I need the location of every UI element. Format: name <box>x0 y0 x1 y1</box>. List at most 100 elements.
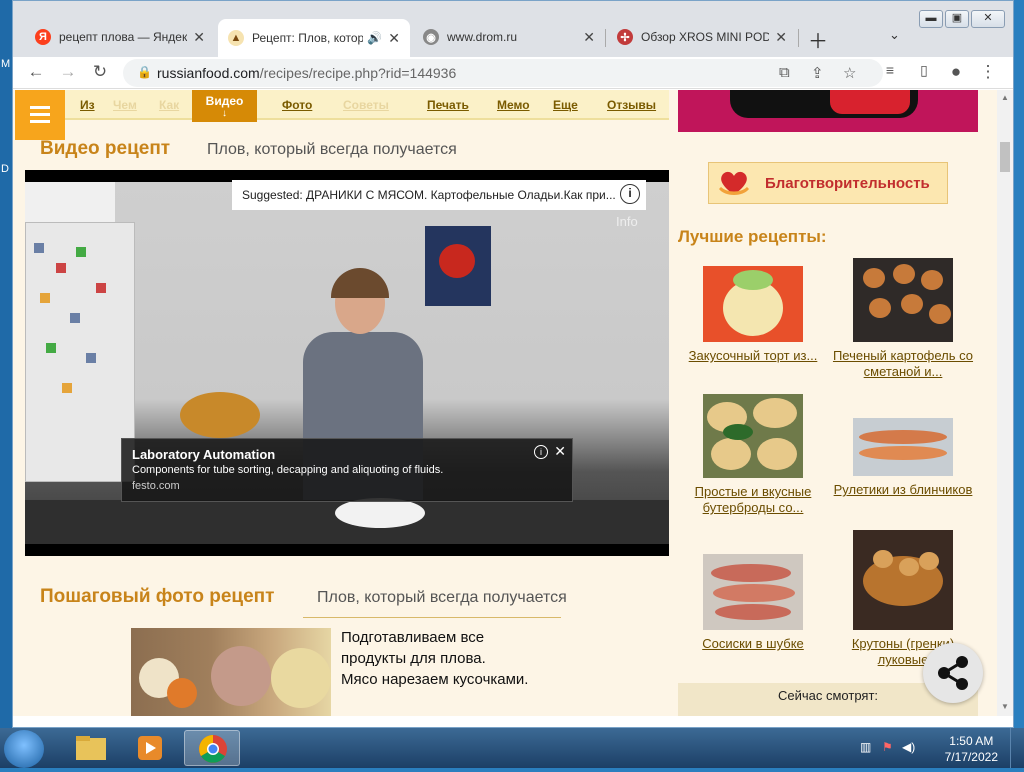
forward-icon[interactable]: → <box>57 62 79 82</box>
nav-item[interactable]: Отзывы <box>607 98 656 112</box>
recipe-image[interactable] <box>703 554 803 630</box>
divider <box>303 617 561 618</box>
page-scrollbar[interactable]: ▲ ▼ <box>997 90 1013 716</box>
tab-separator <box>605 29 606 47</box>
tab-search-chevron-icon[interactable]: ⌄ <box>889 27 900 43</box>
scroll-up-icon[interactable]: ▲ <box>1001 93 1009 102</box>
speaker-icon[interactable]: 🔊 <box>367 31 382 45</box>
maximize-button[interactable]: ▣ <box>945 10 969 28</box>
close-window-button[interactable]: ✕ <box>971 10 1005 28</box>
nav-item[interactable]: Чем <box>113 98 137 112</box>
recipe-image[interactable] <box>703 394 803 478</box>
recipe-caption[interactable]: Печеный картофель со сметаной и... <box>829 348 977 380</box>
taskbar-explorer[interactable] <box>62 730 118 766</box>
recipe-image[interactable] <box>853 258 953 342</box>
suggested-text: Suggested: ДРАНИКИ С МЯСОМ. Картофельные… <box>242 188 616 202</box>
ad-title: Laboratory Automation <box>132 447 276 462</box>
ad-description: Components for tube sorting, decapping a… <box>132 464 444 476</box>
video-heading: Видео рецепт <box>40 138 171 159</box>
step-line: Мясо нарезаем кусочками. <box>341 671 529 688</box>
media-control-icon[interactable]: ≡ <box>879 62 901 78</box>
nav-item[interactable]: Фото <box>282 98 312 112</box>
tab-title: рецепт плова — Яндекс <box>59 30 188 44</box>
action-center-icon[interactable]: ⚑ <box>882 740 893 754</box>
taskbar-media-player[interactable] <box>122 730 178 766</box>
close-icon[interactable]: ✕ <box>193 29 205 46</box>
close-icon[interactable]: ✕ <box>388 30 400 47</box>
step-photo[interactable] <box>131 628 331 716</box>
close-icon[interactable]: ✕ <box>775 29 787 46</box>
ad-info-icon[interactable]: i <box>534 445 548 459</box>
windows-taskbar: ▥ ⚑ ◀) 1:50 AM 7/17/2022 <box>0 728 1024 768</box>
tab-title: www.drom.ru <box>447 30 518 44</box>
clock[interactable]: 1:50 AM 7/17/2022 <box>945 733 998 765</box>
side-panel-icon[interactable]: ▯ <box>913 62 935 79</box>
recipe-image[interactable] <box>703 266 803 342</box>
taskbar-chrome[interactable] <box>184 730 240 766</box>
share-button[interactable] <box>923 643 983 703</box>
recipe-image[interactable] <box>853 530 953 630</box>
show-desktop-button[interactable] <box>1010 728 1024 768</box>
close-icon[interactable]: ✕ <box>583 29 595 46</box>
lock-icon[interactable]: 🔒 <box>137 65 152 79</box>
recipe-card[interactable]: Сосиски в шубке <box>679 554 827 652</box>
nav-video-active[interactable]: Видео ↓ <box>192 90 257 122</box>
clock-time: 1:50 AM <box>949 734 994 748</box>
media-player-icon <box>138 736 162 760</box>
tab-drom[interactable]: ◉ www.drom.ru ✕ <box>413 21 605 53</box>
nav-item[interactable]: Советы <box>343 98 389 112</box>
new-tab-button[interactable]: ＋ <box>808 25 828 54</box>
volume-icon[interactable]: ◀) <box>902 740 915 754</box>
recipe-card[interactable]: Рулетики из блинчиков <box>829 418 977 498</box>
minimize-button[interactable]: ▬ <box>919 10 943 28</box>
recipe-card[interactable]: Печеный картофель со сметаной и... <box>829 258 977 380</box>
video-player[interactable]: Suggested: ДРАНИКИ С МЯСОМ. Картофельные… <box>25 170 669 556</box>
nav-item[interactable]: Из <box>80 98 95 112</box>
top-ad-banner[interactable] <box>678 90 978 132</box>
tab-strip: Я рецепт плова — Яндекс ✕ ▲ Рецепт: Плов… <box>13 1 1013 57</box>
clock-date: 7/17/2022 <box>944 750 998 764</box>
step-line: продукты для плова. <box>341 650 486 667</box>
nav-item[interactable]: Мемо <box>497 98 530 112</box>
nav-item[interactable]: Печать <box>427 98 469 112</box>
now-watching-label: Сейчас смотрят: <box>777 688 879 703</box>
tab-yandex[interactable]: Я рецепт плова — Яндекс ✕ <box>25 21 215 53</box>
menu-kebab-icon[interactable]: ⋮ <box>977 62 999 82</box>
info-icon[interactable]: i <box>620 184 640 204</box>
recipe-card[interactable]: Закусочный торт из... <box>679 266 827 364</box>
nav-item[interactable]: Как <box>159 98 179 112</box>
site-menu-button[interactable] <box>15 90 65 140</box>
tab-xros[interactable]: ✢ Обзор XROS MINI POD ✕ <box>607 21 797 53</box>
recipe-caption[interactable]: Рулетики из блинчиков <box>829 482 977 498</box>
network-icon[interactable]: ▥ <box>860 740 871 754</box>
web-page: Из Чем Как Видео ↓ Фото Советы Печать Ме… <box>13 90 997 716</box>
start-button[interactable] <box>4 730 44 768</box>
recipe-caption[interactable]: Сосиски в шубке <box>679 636 827 652</box>
bookmark-star-icon[interactable]: ☆ <box>843 64 856 82</box>
back-icon[interactable]: ← <box>25 62 47 82</box>
device-image <box>730 90 918 118</box>
chrome-icon <box>199 735 227 763</box>
translate-icon[interactable]: ⧉ <box>779 64 790 81</box>
charity-button[interactable]: Благотворительность <box>708 162 948 204</box>
reload-icon[interactable]: ↻ <box>89 62 111 82</box>
share-page-icon[interactable]: ⇪ <box>811 64 824 82</box>
video-ad-overlay[interactable]: Laboratory Automation Components for tub… <box>121 438 573 502</box>
info-label: Info <box>616 214 638 229</box>
recipe-nav: Из Чем Как Видео ↓ Фото Советы Печать Ме… <box>65 90 669 122</box>
nav-item[interactable]: Еще <box>553 98 578 112</box>
scroll-down-icon[interactable]: ▼ <box>1001 702 1009 711</box>
recipe-caption[interactable]: Закусочный торт из... <box>679 348 827 364</box>
fridge-with-magnets <box>25 222 135 482</box>
recipe-image[interactable] <box>853 418 953 476</box>
recipe-caption[interactable]: Простые и вкусные бутерброды со... <box>679 484 827 516</box>
profile-avatar-icon[interactable]: ● <box>945 62 967 82</box>
recipe-card[interactable]: Простые и вкусные бутерброды со... <box>679 394 827 516</box>
suggested-video-bar[interactable]: Suggested: ДРАНИКИ С МЯСОМ. Картофельные… <box>232 180 646 210</box>
url-text[interactable]: russianfood.com/recipes/recipe.php?rid=1… <box>157 65 456 81</box>
address-bar[interactable]: 🔒 russianfood.com/recipes/recipe.php?rid… <box>123 59 883 87</box>
scroll-thumb[interactable] <box>1000 142 1010 172</box>
tab-russianfood[interactable]: ▲ Рецепт: Плов, который 🔊 ✕ <box>218 19 410 57</box>
ad-close-icon[interactable]: ✕ <box>554 443 566 460</box>
ad-url[interactable]: festo.com <box>132 480 180 492</box>
